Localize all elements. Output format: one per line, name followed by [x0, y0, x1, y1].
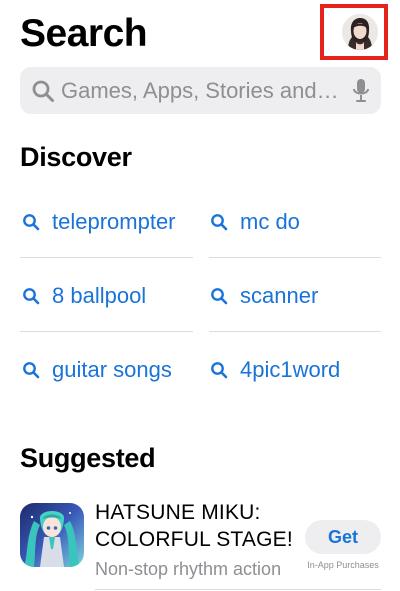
divider: [20, 331, 193, 332]
app-icon[interactable]: [20, 503, 84, 567]
search-icon: [211, 288, 228, 305]
search-icon: [23, 288, 40, 305]
search-field[interactable]: Games, Apps, Stories and More: [20, 67, 381, 114]
search-icon: [32, 80, 54, 102]
divider: [209, 257, 381, 258]
app-title-line: HATSUNE MIKU:: [95, 501, 261, 524]
microphone-icon[interactable]: [353, 79, 369, 103]
divider: [209, 331, 381, 332]
discover-item-label: 8 ballpool: [52, 283, 147, 308]
discover-item[interactable]: teleprompter: [22, 185, 202, 259]
search-icon: [23, 214, 40, 231]
discover-item[interactable]: scanner: [210, 259, 381, 333]
get-button[interactable]: Get: [305, 520, 381, 554]
discover-item-label: mc do: [240, 209, 300, 234]
search-icon: [211, 214, 228, 231]
discover-item[interactable]: 8 ballpool: [22, 259, 202, 333]
discover-item-label: scanner: [240, 283, 319, 308]
in-app-purchases-label: In-App Purchases: [307, 560, 379, 570]
discover-item-label: guitar songs: [52, 357, 172, 382]
suggested-heading: Suggested: [20, 443, 156, 473]
discover-item-label: teleprompter: [52, 209, 176, 234]
search-icon: [211, 362, 228, 379]
app-subtitle: Non-stop rhythm action: [95, 559, 282, 579]
divider: [95, 589, 381, 590]
discover-item[interactable]: guitar songs: [22, 333, 202, 407]
profile-avatar[interactable]: [342, 14, 378, 50]
discover-item[interactable]: 4pic1word: [210, 333, 381, 407]
discover-heading: Discover: [20, 142, 132, 172]
search-icon: [23, 362, 40, 379]
suggested-app-row[interactable]: HATSUNE MIKU: COLORFUL STAGE! Non-stop rh…: [20, 496, 381, 582]
search-placeholder[interactable]: Games, Apps, Stories and More: [61, 78, 341, 104]
app-title[interactable]: HATSUNE MIKU: COLORFUL STAGE!: [95, 499, 295, 553]
app-title-line: COLORFUL STAGE!: [95, 528, 293, 551]
discover-item-label: 4pic1word: [240, 357, 341, 382]
page-title: Search: [20, 12, 148, 55]
divider: [20, 257, 193, 258]
discover-item[interactable]: mc do: [210, 185, 381, 259]
